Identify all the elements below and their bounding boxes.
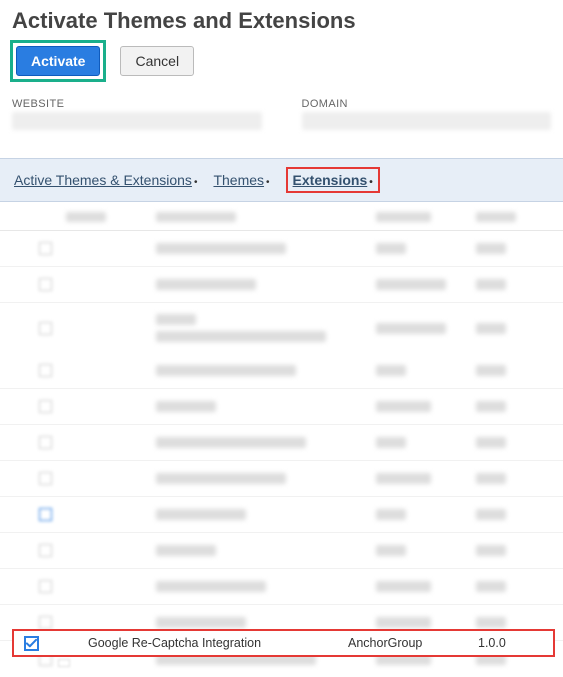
partial-next-row-checkbox	[58, 659, 70, 667]
table-row	[0, 569, 563, 605]
row-checkbox[interactable]	[24, 636, 39, 651]
highlight-extensions-tab: Extensions•	[286, 167, 380, 193]
tab-extensions[interactable]: Extensions•	[293, 172, 373, 188]
extension-vendor-cell: AnchorGroup	[348, 636, 478, 650]
domain-label: DOMAIN	[302, 98, 552, 112]
table-row	[0, 533, 563, 569]
selected-extension-row[interactable]: Google Re-Captcha Integration AnchorGrou…	[12, 629, 555, 657]
fields-row: WEBSITE DOMAIN	[0, 92, 563, 130]
website-label: WEBSITE	[12, 98, 262, 112]
table-row	[0, 267, 563, 303]
table-row	[0, 461, 563, 497]
table-header-row	[0, 203, 563, 231]
table-row	[0, 303, 563, 353]
action-button-row: Activate Cancel	[0, 36, 563, 92]
page-title: Activate Themes and Extensions	[0, 0, 563, 36]
extension-version-cell: 1.0.0	[478, 636, 538, 650]
activate-button[interactable]: Activate	[16, 46, 100, 76]
table-row	[0, 497, 563, 533]
tab-themes[interactable]: Themes•	[213, 172, 269, 188]
website-field: WEBSITE	[12, 98, 262, 130]
check-icon	[26, 638, 37, 649]
table-row	[0, 353, 563, 389]
extensions-table: Google Re-Captcha Integration AnchorGrou…	[0, 203, 563, 669]
cancel-button[interactable]: Cancel	[120, 46, 194, 76]
website-value	[12, 112, 262, 130]
domain-value	[302, 112, 552, 130]
table-row	[0, 231, 563, 267]
tab-active-themes-extensions[interactable]: Active Themes & Extensions•	[14, 172, 197, 188]
table-row	[0, 389, 563, 425]
domain-field: DOMAIN	[302, 98, 552, 130]
tabs-bar: Active Themes & Extensions• Themes• Exte…	[0, 158, 563, 202]
table-row	[0, 425, 563, 461]
highlight-activate: Activate	[10, 40, 106, 82]
extension-name-cell: Google Re-Captcha Integration	[88, 636, 348, 650]
